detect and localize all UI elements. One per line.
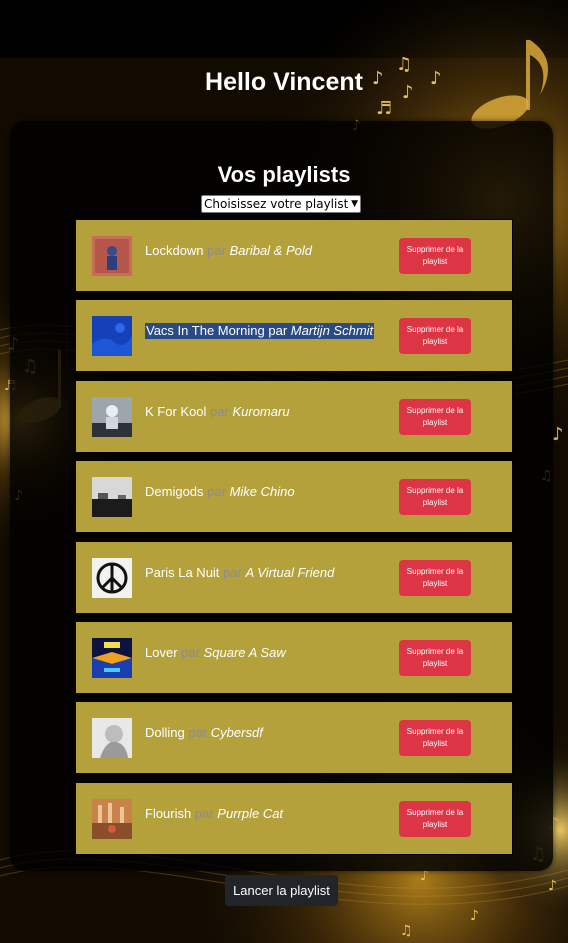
- track-par: par: [181, 645, 200, 660]
- track-artist: A Virtual Friend: [245, 565, 335, 580]
- panel-title: Vos playlists: [217, 162, 351, 187]
- track-par: par: [207, 243, 226, 258]
- track-artist: Martijn Schmit: [290, 323, 374, 338]
- track-par: par: [268, 323, 288, 338]
- track-title: Vacs In The Morning: [146, 323, 265, 338]
- track-row: Demigods par Mike Chino Supprimer de la …: [75, 460, 513, 533]
- track-artist: Mike Chino: [229, 484, 295, 499]
- track-label: Dolling par Cybersdf: [145, 725, 263, 741]
- album-cover: [92, 477, 132, 517]
- track-title: Dolling: [145, 725, 185, 740]
- album-cover: [92, 799, 132, 839]
- track-label: Paris La Nuit par A Virtual Friend: [145, 565, 334, 581]
- svg-text:♫: ♫: [400, 923, 413, 939]
- svg-text:♪: ♪: [470, 908, 479, 924]
- track-row: Dolling par Cybersdf Supprimer de la pla…: [75, 701, 513, 774]
- remove-from-playlist-button[interactable]: Supprimer de la playlist: [399, 720, 471, 756]
- album-cover: [92, 397, 132, 437]
- track-row: Flourish par Purrple Cat Supprimer de la…: [75, 782, 513, 855]
- track-label: K For Kool par Kuromaru: [145, 404, 290, 420]
- track-artist: Baribal & Pold: [229, 243, 312, 258]
- svg-text:♪: ♪: [548, 878, 557, 894]
- playlist-select-value: Choisissez votre playlist: [204, 197, 349, 211]
- chevron-down-icon: ▼: [351, 199, 358, 209]
- track-title: Demigods: [145, 484, 204, 499]
- track-row: K For Kool par Kuromaru Supprimer de la …: [75, 380, 513, 453]
- track-artist: Purrple Cat: [217, 806, 284, 821]
- track-title: Flourish: [145, 806, 192, 821]
- track-par: par: [207, 484, 226, 499]
- track-label: Lover par Square A Saw: [145, 645, 286, 661]
- remove-from-playlist-button[interactable]: Supprimer de la playlist: [399, 560, 471, 596]
- track-row: Paris La Nuit par A Virtual Friend Suppr…: [75, 541, 513, 614]
- track-artist: Kuromaru: [232, 404, 290, 419]
- playlist-select-wrapper: Choisissez votre playlist ▼: [201, 195, 361, 213]
- track-par: par: [188, 725, 208, 740]
- album-cover: [92, 558, 132, 598]
- remove-from-playlist-button[interactable]: Supprimer de la playlist: [399, 479, 471, 515]
- track-artist: Cybersdf: [210, 725, 263, 740]
- svg-text:♪: ♪: [552, 424, 564, 445]
- track-label: Lockdown par Baribal & Pold: [145, 243, 312, 259]
- greeting-heading: Hello Vincent: [205, 68, 363, 96]
- remove-from-playlist-button[interactable]: Supprimer de la playlist: [399, 801, 471, 837]
- track-title: Lover: [145, 645, 178, 660]
- track-label: Vacs In The Morning par Martijn Schmit: [145, 323, 375, 339]
- album-cover: [92, 316, 132, 356]
- album-cover: [92, 236, 132, 276]
- track-title: Paris La Nuit: [145, 565, 220, 580]
- remove-from-playlist-button[interactable]: Supprimer de la playlist: [399, 399, 471, 435]
- track-title: Lockdown: [145, 243, 204, 258]
- track-label: Flourish par Purrple Cat: [145, 806, 283, 822]
- remove-from-playlist-button[interactable]: Supprimer de la playlist: [399, 238, 471, 274]
- track-par: par: [210, 404, 229, 419]
- playlist-select[interactable]: Choisissez votre playlist ▼: [201, 195, 361, 213]
- track-title: K For Kool: [145, 404, 207, 419]
- album-cover: [92, 638, 132, 678]
- launch-playlist-button[interactable]: Lancer la playlist: [225, 875, 338, 906]
- track-row: Lover par Square A Saw Supprimer de la p…: [75, 621, 513, 694]
- track-row: Lockdown par Baribal & Pold Supprimer de…: [75, 219, 513, 292]
- track-par: par: [223, 565, 242, 580]
- album-cover: [92, 718, 132, 758]
- remove-from-playlist-button[interactable]: Supprimer de la playlist: [399, 640, 471, 676]
- track-row: Vacs In The Morning par Martijn Schmit S…: [75, 299, 513, 372]
- remove-from-playlist-button[interactable]: Supprimer de la playlist: [399, 318, 471, 354]
- track-artist: Square A Saw: [203, 645, 286, 660]
- track-label: Demigods par Mike Chino: [145, 484, 295, 500]
- svg-text:♬: ♬: [376, 98, 392, 119]
- track-par: par: [194, 806, 214, 821]
